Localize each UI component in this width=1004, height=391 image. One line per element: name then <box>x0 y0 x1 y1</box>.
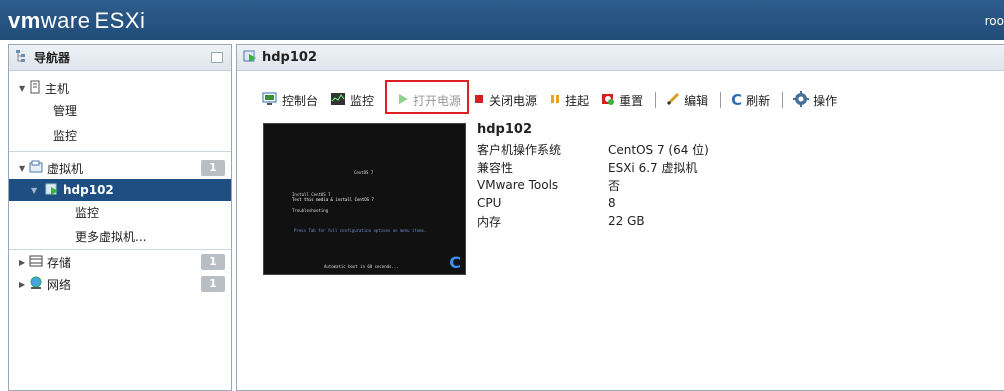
monitor-chart-icon <box>330 92 346 109</box>
console-text: Automatic boot in 60 seconds... <box>324 264 399 269</box>
actions-button[interactable]: 操作 <box>793 90 837 110</box>
collapse-navigator-button[interactable] <box>211 52 223 63</box>
nav-item-host-monitor[interactable]: 监控 <box>9 124 231 146</box>
nav-item-network[interactable]: ▶ 网络 1 <box>9 273 231 295</box>
property-row: 内存 22 GB <box>477 214 645 229</box>
vmware-esxi-logo: vmware ESXi <box>8 8 146 33</box>
property-row: 客户机操作系统 CentOS 7 (64 位) <box>477 142 709 157</box>
power-off-button[interactable]: 关闭电源 <box>473 92 537 109</box>
count-badge: 1 <box>201 160 225 176</box>
top-bar: vmware ESXi roo <box>0 0 1004 40</box>
storage-icon <box>29 254 43 271</box>
navigator-header: 导航器 <box>9 45 231 71</box>
nav-item-label: 网络 <box>47 277 72 292</box>
reset-button[interactable]: 重置 <box>601 92 643 109</box>
navigator-panel: 导航器 ▼ 主机 管理 监控 ▼ 虚拟机 1 ▼ hdp102 监控 更多虚拟机… <box>8 44 232 391</box>
nav-item-label: 监控 <box>75 205 100 220</box>
expand-arrow-icon[interactable]: ▶ <box>19 258 29 267</box>
toolbar-divider <box>782 92 784 108</box>
divider <box>9 151 231 152</box>
nav-item-label: 更多虚拟机... <box>75 229 147 244</box>
toolbar-divider <box>655 92 657 108</box>
vm-running-icon <box>45 182 59 199</box>
count-badge: 1 <box>201 276 225 292</box>
nav-item-vm-monitor[interactable]: 监控 <box>9 201 231 223</box>
nav-item-label: 管理 <box>53 103 78 118</box>
nav-item-more-vms[interactable]: 更多虚拟机... <box>9 225 231 247</box>
console-icon <box>262 92 278 109</box>
gear-icon <box>793 90 810 110</box>
property-row: VMware Tools 否 <box>477 178 621 193</box>
pause-icon <box>549 92 561 109</box>
vm-running-icon <box>243 49 257 67</box>
stop-icon <box>473 92 485 109</box>
vm-detail-header: hdp102 <box>237 45 1004 71</box>
nav-item-label: hdp102 <box>63 183 114 197</box>
expand-arrow-icon[interactable]: ▶ <box>19 280 29 289</box>
nav-item-label: 存储 <box>47 255 72 270</box>
page-title: hdp102 <box>262 50 318 65</box>
count-badge: 1 <box>201 254 225 270</box>
navigator-icon <box>15 49 29 66</box>
console-button[interactable]: 控制台 <box>262 92 318 109</box>
nav-item-label: 虚拟机 <box>47 161 84 176</box>
toolbar-divider <box>720 92 722 108</box>
nav-item-host[interactable]: ▼ 主机 <box>9 77 231 99</box>
property-row: 兼容性 ESXi 6.7 虚拟机 <box>477 160 698 175</box>
expand-arrow-icon[interactable]: ▼ <box>31 186 41 195</box>
console-text: CentOS 7 <box>354 170 374 175</box>
nav-item-vms[interactable]: ▼ 虚拟机 1 <box>9 157 231 179</box>
refresh-button[interactable]: C 刷新 <box>731 91 770 109</box>
divider <box>9 249 231 250</box>
expand-arrow-icon[interactable]: ▼ <box>19 84 29 93</box>
expand-arrow-icon[interactable]: ▼ <box>19 164 29 173</box>
vm-name: hdp102 <box>477 122 533 137</box>
navigator-title: 导航器 <box>34 51 71 65</box>
console-thumbnail[interactable]: CentOS 7 Install CentOS 7 Test this medi… <box>263 123 466 275</box>
user-menu[interactable]: roo <box>985 14 1004 28</box>
reset-icon <box>601 92 615 109</box>
vm-properties: 客户机操作系统 CentOS 7 (64 位) 兼容性 ESXi 6.7 虚拟机 V… <box>477 140 709 230</box>
network-icon <box>29 276 43 293</box>
refresh-icon[interactable]: C <box>449 253 461 272</box>
nav-item-label: 主机 <box>45 81 70 96</box>
power-on-highlight <box>385 80 469 114</box>
nav-item-storage[interactable]: ▶ 存储 1 <box>9 251 231 273</box>
host-icon <box>29 80 41 97</box>
nav-item-vm-hdp102[interactable]: ▼ hdp102 <box>9 179 231 201</box>
vm-folder-icon <box>29 160 43 177</box>
suspend-button[interactable]: 挂起 <box>549 92 589 109</box>
console-text: Press Tab for full configuration options… <box>294 228 427 233</box>
property-row: CPU 8 <box>477 196 616 210</box>
nav-item-label: 监控 <box>53 128 78 143</box>
edit-button[interactable]: 编辑 <box>666 92 708 109</box>
monitor-button[interactable]: 监控 <box>330 92 374 109</box>
pencil-icon <box>666 92 680 109</box>
vm-toolbar: 控制台 监控 打开电源 关闭电源 挂起 重置 编辑 C 刷新 操作 <box>262 90 849 110</box>
refresh-icon: C <box>731 91 743 109</box>
nav-item-host-manage[interactable]: 管理 <box>9 99 231 121</box>
console-text: Test this media & install CentOS 7 <box>292 197 374 202</box>
console-text: Troubleshooting <box>292 208 329 213</box>
